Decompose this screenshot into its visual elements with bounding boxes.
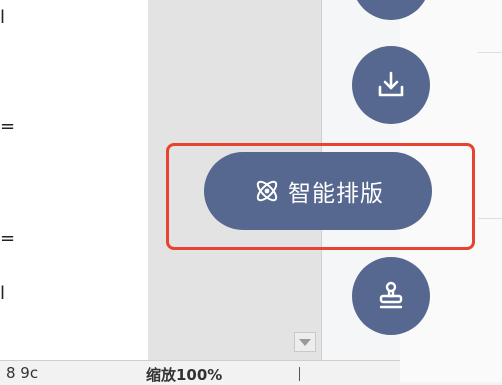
scroll-down-button[interactable] <box>294 332 316 352</box>
status-left-text: 8 9c <box>6 364 39 382</box>
stamp-button[interactable] <box>352 257 430 335</box>
document-text-fragment: l <box>0 7 6 28</box>
download-button[interactable] <box>352 46 430 124</box>
triangle-down-icon <box>299 338 311 346</box>
status-bar: 8 9c 缩放100% <box>0 360 400 384</box>
document-page: l = = l <box>0 0 149 360</box>
panel-divider <box>478 52 502 53</box>
document-text-fragment: = <box>0 228 16 249</box>
document-text-fragment: = <box>0 116 16 137</box>
highlight-frame <box>166 143 475 250</box>
document-text-fragment: l <box>0 283 6 304</box>
stamp-icon <box>379 281 403 309</box>
panel-divider <box>478 218 502 219</box>
status-separator <box>299 367 300 381</box>
download-icon <box>378 71 404 97</box>
